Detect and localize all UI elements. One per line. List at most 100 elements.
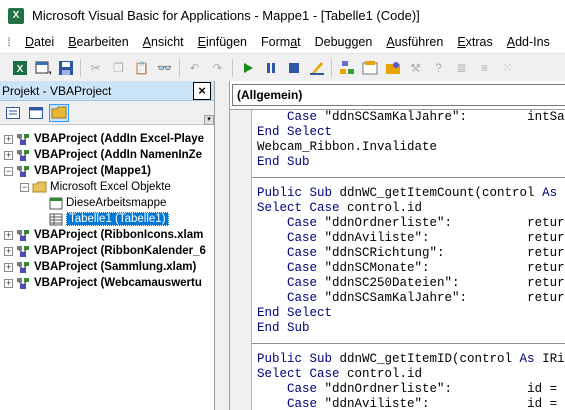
tree-item[interactable]: + VBAProject (AddIn NamenInZe xyxy=(0,147,214,163)
code-line[interactable]: Public Sub ddnWC_getItemID(control As IR… xyxy=(252,352,565,367)
view-object-icon[interactable] xyxy=(26,104,46,122)
menu-item[interactable]: Debuggen xyxy=(308,31,380,53)
toolbar-separator xyxy=(179,58,180,77)
code-line[interactable]: Select Case control.id xyxy=(252,201,565,216)
menu-item[interactable]: Ausführen xyxy=(379,31,450,53)
code-text: "ddnOrdnerliste": id = arr xyxy=(317,382,565,396)
collapse-icon[interactable]: − xyxy=(4,166,13,176)
properties-window-icon[interactable] xyxy=(360,58,380,78)
tree-item[interactable]: − Microsoft Excel Objekte xyxy=(0,179,214,195)
reset-icon[interactable] xyxy=(284,58,304,78)
svg-text:▾: ▾ xyxy=(49,70,51,76)
menu-item[interactable]: Add-Ins xyxy=(500,31,557,53)
code-line[interactable]: Case "ddnSCSamKalJahre": intSamKal xyxy=(252,110,565,125)
toggle-folders-icon[interactable] xyxy=(49,103,69,122)
comment-block-icon[interactable]: ⁙ xyxy=(498,58,518,78)
toolbox-icon[interactable]: ⚒ xyxy=(406,58,426,78)
procedure-separator xyxy=(252,170,565,178)
object-selector[interactable]: (Allgemein) xyxy=(232,84,565,106)
tree-item[interactable]: + VBAProject (Sammlung.xlam) xyxy=(0,259,214,275)
code-line[interactable]: End Select xyxy=(252,125,565,140)
code-line[interactable]: End Sub xyxy=(252,321,565,336)
tree-item[interactable]: + VBAProject (Webcamauswertu xyxy=(0,275,214,291)
margin-indicator-bar[interactable] xyxy=(230,110,252,410)
tree-item[interactable]: + VBAProject (AddIn Excel-Playe xyxy=(0,131,214,147)
code-line[interactable]: Select Case control.id xyxy=(252,367,565,382)
menu-item[interactable]: Extras xyxy=(450,31,499,53)
workbook-icon xyxy=(48,197,63,210)
tree-item[interactable]: + VBAProject (RibbonIcons.xlam xyxy=(0,227,214,243)
code-line[interactable]: End Sub xyxy=(252,155,565,170)
undo-icon[interactable]: ↶ xyxy=(185,58,205,78)
expand-icon[interactable]: + xyxy=(4,246,13,256)
scroll-down-icon[interactable]: ▾ xyxy=(204,115,214,125)
menu-item[interactable]: Ansicht xyxy=(136,31,191,53)
menu-item[interactable]: Einfügen xyxy=(191,31,254,53)
code-keyword: End Select xyxy=(257,125,333,139)
save-icon[interactable] xyxy=(56,58,76,78)
code-line[interactable]: End Select xyxy=(252,306,565,321)
code-line[interactable]: Case "ddnSCRichtung": returned xyxy=(252,246,565,261)
expand-icon[interactable]: + xyxy=(4,230,13,240)
code-line[interactable]: Case "ddnSCMonate": returned xyxy=(252,261,565,276)
code-text: IRibbo xyxy=(542,352,565,366)
code-line[interactable]: Case "ddnSCSamKalJahre": returned xyxy=(252,291,565,306)
cut-icon[interactable]: ✂ xyxy=(86,58,106,78)
expand-icon[interactable]: + xyxy=(4,278,13,288)
insert-userform-icon[interactable]: ▾ xyxy=(33,58,53,78)
code-text: ddnWC_getItemCount(control xyxy=(332,186,543,200)
title-bar: X Microsoft Visual Basic for Application… xyxy=(0,0,565,31)
code-keyword: Case xyxy=(287,291,318,305)
tree-item[interactable]: + VBAProject (RibbonKalender_6 xyxy=(0,243,214,259)
design-mode-icon[interactable] xyxy=(307,58,327,78)
object-browser-icon[interactable] xyxy=(383,58,403,78)
tree-item-label: VBAProject (Sammlung.xlam) xyxy=(34,261,197,273)
code-area[interactable]: Case "ddnSCSamKalJahre": intSamKalEnd Se… xyxy=(230,109,565,410)
view-code-icon[interactable] xyxy=(3,104,23,122)
tree-item[interactable]: DieseArbeitsmappe xyxy=(0,195,214,211)
outdent-icon[interactable]: ≡ xyxy=(475,58,495,78)
vba-project-icon xyxy=(16,245,31,258)
run-icon[interactable] xyxy=(238,58,258,78)
indent-icon[interactable]: ≣ xyxy=(452,58,472,78)
code-editor[interactable]: Case "ddnSCSamKalJahre": intSamKalEnd Se… xyxy=(252,110,565,410)
code-line[interactable]: Case "ddnSC250Dateien": returned xyxy=(252,276,565,291)
code-line[interactable]: Case "ddnAviliste": id = arr xyxy=(252,397,565,410)
redo-icon[interactable]: ↷ xyxy=(208,58,228,78)
expand-icon[interactable]: + xyxy=(4,150,13,160)
collapse-icon[interactable]: − xyxy=(20,182,29,192)
code-line[interactable]: Case "ddnOrdnerliste": returned xyxy=(252,216,565,231)
code-keyword: Case xyxy=(287,397,318,410)
code-text: "ddnSC250Dateien": returned xyxy=(317,276,565,290)
break-icon[interactable] xyxy=(261,58,281,78)
menu-item[interactable]: Bearbeiten xyxy=(61,31,135,53)
code-keyword: Case xyxy=(287,216,318,230)
expand-icon[interactable]: + xyxy=(4,262,13,272)
expand-icon[interactable]: + xyxy=(4,134,13,144)
menu-item[interactable]: Datei xyxy=(18,31,61,53)
tree-item[interactable]: Tabelle1 (Tabelle1) xyxy=(0,211,214,227)
view-excel-icon[interactable]: X xyxy=(10,58,30,78)
paste-icon[interactable]: 📋 xyxy=(132,58,152,78)
code-line[interactable]: Case "ddnAviliste": returned xyxy=(252,231,565,246)
code-line[interactable]: Case "ddnOrdnerliste": id = arr xyxy=(252,382,565,397)
tree-item-label: VBAProject (Webcamauswertu xyxy=(34,277,202,289)
project-explorer-icon[interactable] xyxy=(337,58,357,78)
help-icon[interactable]: ? xyxy=(429,58,449,78)
code-line[interactable]: Webcam_Ribbon.Invalidate xyxy=(252,140,565,155)
sheet-icon xyxy=(48,213,63,226)
vba-project-icon xyxy=(16,149,31,162)
close-icon[interactable]: × xyxy=(193,81,211,100)
menu-item[interactable]: Format xyxy=(254,31,308,53)
code-line[interactable]: Public Sub ddnWC_getItemCount(control As… xyxy=(252,186,565,201)
copy-icon[interactable]: ❐ xyxy=(109,58,129,78)
vba-project-icon xyxy=(16,277,31,290)
find-icon[interactable]: 👓 xyxy=(155,58,175,78)
tree-item[interactable]: − VBAProject (Mappe1) xyxy=(0,163,214,179)
